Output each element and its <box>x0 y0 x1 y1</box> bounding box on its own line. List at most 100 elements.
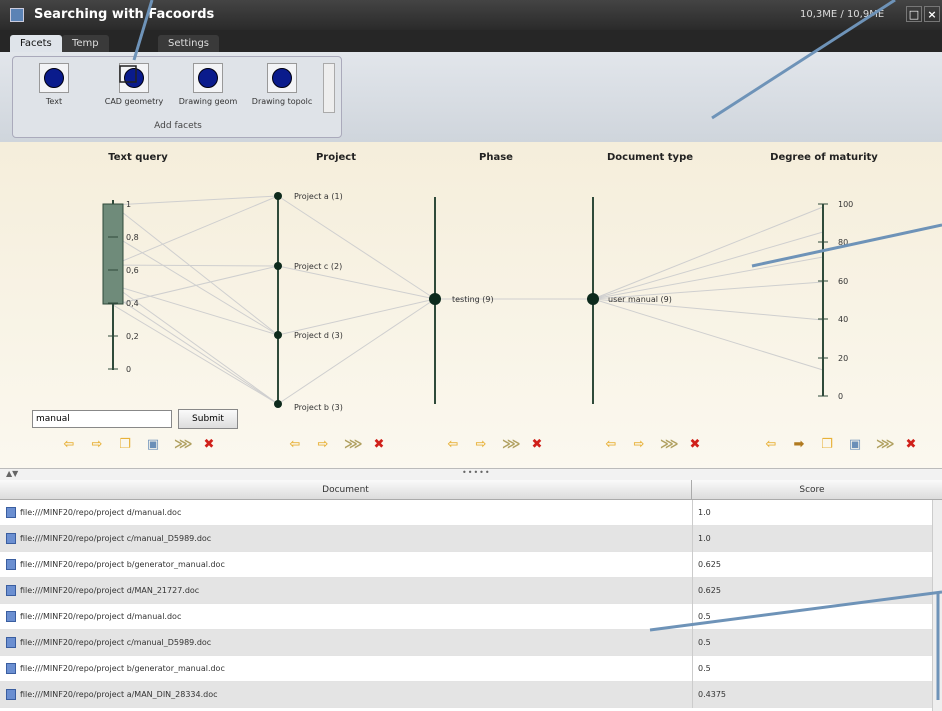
paste-icon[interactable]: ▣ <box>848 438 862 452</box>
add-facets-label: Add facets <box>154 121 202 131</box>
arrow-right-icon[interactable]: ⇨ <box>632 438 646 452</box>
table-scrollbar[interactable] <box>932 500 942 711</box>
table-row[interactable]: file:///MINF20/repo/project b/generator_… <box>0 656 932 682</box>
filter-icon[interactable]: ⋙ <box>174 438 193 452</box>
text-query-input[interactable] <box>32 410 172 428</box>
copy-icon[interactable]: ❐ <box>820 438 834 452</box>
project-axis[interactable]: Project a (1) Project c (2) Project d (3… <box>274 192 343 412</box>
submit-button[interactable]: Submit <box>178 409 238 429</box>
document-icon <box>6 637 16 648</box>
facet-button-text[interactable]: Text <box>23 63 85 106</box>
project-label: Project a (1) <box>294 192 343 201</box>
tab-settings[interactable]: Settings <box>158 35 220 52</box>
tab-bar: Facets Temp Settings <box>0 30 942 52</box>
results-table: Document Score file:///MINF20/repo/proje… <box>0 480 942 711</box>
add-facets-group: Text CAD geometry Drawing geom Drawing t… <box>12 56 342 138</box>
tab-facets[interactable]: Facets <box>10 35 62 52</box>
table-row[interactable]: file:///MINF20/repo/project d/manual.doc… <box>0 604 932 630</box>
arrow-right-icon[interactable]: ➡ <box>792 438 806 452</box>
window-title: Searching with Facoords <box>34 7 215 22</box>
table-row[interactable]: file:///MINF20/repo/project c/manual_D59… <box>0 526 932 552</box>
phase-axis[interactable]: testing (9) <box>429 197 494 404</box>
memory-indicator: 10,3ME / 10,9ME <box>800 9 885 20</box>
text-query-axis[interactable]: 1 0,8 0,6 0,4 0,2 0 <box>102 200 139 374</box>
project-node[interactable] <box>274 400 282 408</box>
doctype-label: user manual (9) <box>608 295 672 304</box>
axis-tick-label: 0,6 <box>126 266 139 275</box>
filter-icon[interactable]: ⋙ <box>344 438 363 452</box>
arrow-right-icon[interactable]: ⇨ <box>316 438 330 452</box>
maturity-axis[interactable]: 100 80 60 40 20 0 <box>818 200 853 401</box>
axis-tick-label: 0,8 <box>126 233 139 242</box>
paste-icon[interactable]: ▣ <box>146 438 160 452</box>
project-node[interactable] <box>274 331 282 339</box>
document-icon <box>6 663 16 674</box>
app-icon <box>10 8 24 22</box>
table-header: Document Score <box>0 480 942 500</box>
table-row[interactable]: file:///MINF20/repo/project a/MAN_DIN_28… <box>0 682 932 708</box>
table-row[interactable]: file:///MINF20/repo/project d/MAN_21727.… <box>0 578 932 604</box>
document-icon <box>6 689 16 700</box>
document-icon <box>6 559 16 570</box>
remove-icon[interactable]: ✖ <box>372 438 386 452</box>
filter-icon[interactable]: ⋙ <box>876 438 895 452</box>
title-bar: Searching with Facoords 10,3ME / 10,9ME … <box>0 0 942 30</box>
filter-icon[interactable]: ⋙ <box>660 438 679 452</box>
table-row[interactable]: file:///MINF20/repo/project b/generator_… <box>0 552 932 578</box>
panel-splitter[interactable]: ▲▼ ••••• <box>0 468 942 480</box>
document-type-axis[interactable]: user manual (9) <box>587 197 672 404</box>
arrow-left-icon[interactable]: ⇦ <box>764 438 778 452</box>
facet-button-drawing-topology[interactable]: Drawing topolc <box>251 63 313 106</box>
axis-tick-label: 0 <box>838 392 843 401</box>
copy-icon[interactable]: ❐ <box>118 438 132 452</box>
table-row[interactable]: file:///MINF20/repo/project d/manual.doc… <box>0 500 932 526</box>
axis-tick-label: 0,4 <box>126 299 139 308</box>
column-header-document[interactable]: Document <box>0 480 692 500</box>
axis-tick-label: 1 <box>126 200 131 209</box>
project-label: Project d (3) <box>294 331 343 340</box>
project-label: Project b (3) <box>294 403 343 412</box>
arrow-left-icon[interactable]: ⇦ <box>446 438 460 452</box>
ribbon-panel: Text CAD geometry Drawing geom Drawing t… <box>0 52 942 142</box>
arrow-left-icon[interactable]: ⇦ <box>288 438 302 452</box>
close-icon[interactable]: × <box>924 6 940 22</box>
remove-icon[interactable]: ✖ <box>202 438 216 452</box>
table-row[interactable]: file:///MINF20/repo/project c/manual_D59… <box>0 630 932 656</box>
document-icon <box>6 611 16 622</box>
project-node[interactable] <box>274 262 282 270</box>
tab-templates[interactable]: Temp <box>62 35 109 52</box>
collapse-arrows-icon[interactable]: ▲▼ <box>6 469 18 478</box>
facet-button-drawing-geometry[interactable]: Drawing geom <box>177 63 239 106</box>
axis-tick-label: 20 <box>838 354 848 363</box>
phase-label: testing (9) <box>452 295 494 304</box>
arrow-left-icon[interactable]: ⇦ <box>604 438 618 452</box>
facet-button-cad-geometry[interactable]: CAD geometry <box>103 63 165 106</box>
parallel-coordinates-panel: Text query Project Phase Document type D… <box>0 142 942 468</box>
arrow-right-icon[interactable]: ⇨ <box>474 438 488 452</box>
column-header-score[interactable]: Score <box>692 480 932 500</box>
remove-icon[interactable]: ✖ <box>904 438 918 452</box>
maximize-icon[interactable]: □ <box>906 6 922 22</box>
axis-tick-label: 0,2 <box>126 332 139 341</box>
splitter-grip-icon[interactable]: ••••• <box>462 468 491 477</box>
range-brush[interactable] <box>102 203 124 305</box>
facet-icon <box>198 68 218 88</box>
facet-icon <box>272 68 292 88</box>
facet-icon <box>44 68 64 88</box>
arrow-left-icon[interactable]: ⇦ <box>62 438 76 452</box>
project-node[interactable] <box>274 192 282 200</box>
arrow-right-icon[interactable]: ⇨ <box>90 438 104 452</box>
axis-tick-label: 40 <box>838 315 848 324</box>
facet-icon <box>124 68 144 88</box>
axis-tick-label: 60 <box>838 277 848 286</box>
document-icon <box>6 533 16 544</box>
phase-node[interactable] <box>429 293 441 305</box>
filter-icon[interactable]: ⋙ <box>502 438 521 452</box>
remove-icon[interactable]: ✖ <box>688 438 702 452</box>
document-icon <box>6 507 16 518</box>
doctype-node[interactable] <box>587 293 599 305</box>
remove-icon[interactable]: ✖ <box>530 438 544 452</box>
project-label: Project c (2) <box>294 262 342 271</box>
axis-tick-label: 80 <box>838 238 848 247</box>
facet-scrollbar[interactable] <box>323 63 335 113</box>
